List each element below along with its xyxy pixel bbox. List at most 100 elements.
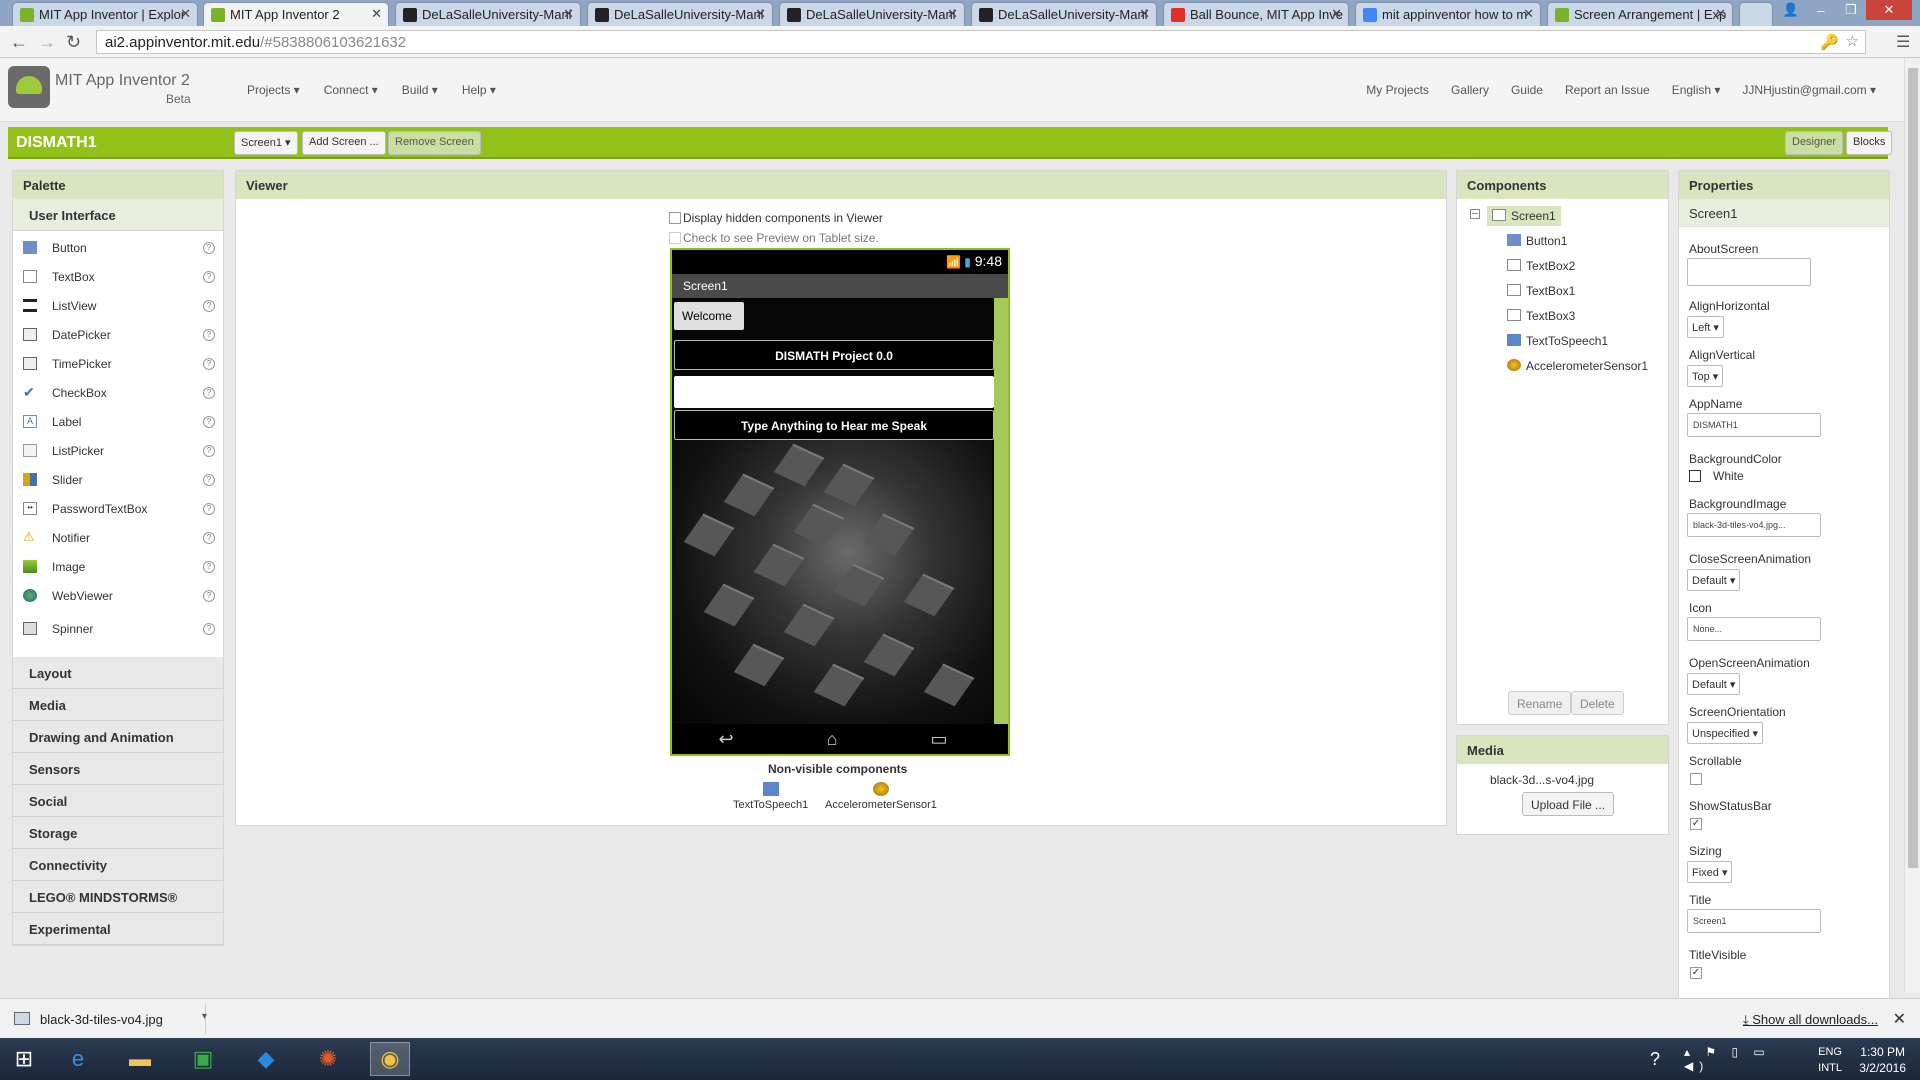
- paint-app-icon[interactable]: ✺: [308, 1042, 348, 1076]
- palette-item-listpicker[interactable]: ListPicker?: [13, 436, 223, 465]
- title-visible-checkbox[interactable]: ✓: [1690, 967, 1702, 979]
- media-file-item[interactable]: black-3d...s-vo4.jpg: [1490, 773, 1594, 787]
- chevron-down-icon[interactable]: ▾: [202, 1011, 207, 1022]
- palette-item-button[interactable]: Button?: [13, 233, 223, 262]
- background-color-value[interactable]: White: [1713, 469, 1744, 483]
- minimize-icon[interactable]: –: [1806, 0, 1836, 20]
- tablet-preview-checkbox[interactable]: Check to see Preview on Tablet size.: [669, 231, 879, 245]
- palette-group-storage[interactable]: Storage: [13, 817, 223, 849]
- help-icon[interactable]: ?: [203, 416, 215, 428]
- palette-item-timepicker[interactable]: TimePicker?: [13, 349, 223, 378]
- tree-item-accelerometer1[interactable]: AccelerometerSensor1: [1507, 359, 1648, 373]
- link-gallery[interactable]: Gallery: [1451, 83, 1489, 97]
- dropbox-icon[interactable]: ◆: [246, 1042, 286, 1076]
- palette-item-passwordtextbox[interactable]: •• PasswordTextBox?: [13, 494, 223, 523]
- screen-orientation-select[interactable]: Unspecified ▾: [1687, 722, 1764, 744]
- browser-tab-active[interactable]: MIT App Inventor 2 ✕: [203, 2, 389, 26]
- menu-projects[interactable]: Projects ▾: [247, 83, 300, 97]
- page-scrollbar[interactable]: [1904, 58, 1920, 993]
- close-tab-icon[interactable]: ✕: [947, 6, 958, 22]
- close-tab-icon[interactable]: ✕: [371, 6, 382, 22]
- close-tab-icon[interactable]: ✕: [1139, 6, 1150, 22]
- palette-item-image[interactable]: Image?: [13, 552, 223, 581]
- upload-file-button[interactable]: Upload File ...: [1522, 792, 1615, 816]
- window-close-icon[interactable]: ✕: [1866, 0, 1912, 20]
- scrollable-checkbox[interactable]: [1690, 773, 1702, 785]
- palette-group-sensors[interactable]: Sensors: [13, 753, 223, 785]
- help-icon[interactable]: ?: [203, 300, 215, 312]
- browser-tab[interactable]: Ball Bounce, MIT App Inve ✕: [1163, 2, 1349, 26]
- palette-item-label[interactable]: A Label?: [13, 407, 223, 436]
- blocks-button[interactable]: Blocks: [1846, 131, 1893, 155]
- palette-group-user-interface[interactable]: User Interface: [13, 199, 223, 231]
- delete-button[interactable]: Delete: [1571, 691, 1624, 715]
- browser-tab[interactable]: Screen Arrangement | Exp ✕: [1547, 2, 1733, 26]
- tree-item-button1[interactable]: Button1: [1507, 234, 1567, 248]
- menu-help[interactable]: Help ▾: [462, 83, 496, 97]
- close-tab-icon[interactable]: ✕: [563, 6, 574, 22]
- palette-item-listview[interactable]: ListView?: [13, 291, 223, 320]
- tree-item-texttospeech1[interactable]: TextToSpeech1: [1507, 334, 1608, 348]
- help-icon[interactable]: ?: [203, 329, 215, 341]
- download-item[interactable]: black-3d-tiles-vo4.jpg ▾: [6, 1004, 207, 1034]
- palette-item-checkbox[interactable]: ✔ CheckBox?: [13, 378, 223, 407]
- link-my-projects[interactable]: My Projects: [1366, 83, 1429, 97]
- key-icon[interactable]: 🔑: [1820, 33, 1839, 51]
- palette-item-spinner[interactable]: Spinner?: [13, 610, 223, 644]
- show-all-downloads-link[interactable]: ⤓ Show all downloads...: [1743, 1012, 1878, 1028]
- help-icon[interactable]: ?: [203, 503, 215, 515]
- browser-tab[interactable]: MIT App Inventor | Explor ✕: [12, 2, 198, 26]
- help-icon[interactable]: ?: [203, 445, 215, 457]
- help-icon[interactable]: ?: [203, 271, 215, 283]
- icon-input[interactable]: None...: [1687, 617, 1821, 641]
- user-icon[interactable]: 👤: [1776, 0, 1806, 20]
- input-language[interactable]: ENG INTL: [1818, 1044, 1842, 1076]
- help-icon[interactable]: ?: [203, 242, 215, 254]
- browser-tab[interactable]: DeLaSalleUniversity-Mani ✕: [395, 2, 581, 26]
- url-input[interactable]: ai2.appinventor.mit.edu/#583880610362163…: [96, 30, 1866, 54]
- palette-group-social[interactable]: Social: [13, 785, 223, 817]
- palette-item-notifier[interactable]: ⚠ Notifier?: [13, 523, 223, 552]
- palette-group-experimental[interactable]: Experimental: [13, 913, 223, 945]
- help-icon[interactable]: ?: [203, 590, 215, 602]
- star-icon[interactable]: ☆: [1846, 32, 1859, 50]
- tree-item-screen1[interactable]: Screen1: [1487, 206, 1561, 226]
- open-animation-select[interactable]: Default ▾: [1687, 673, 1741, 695]
- add-screen-button[interactable]: Add Screen ...: [302, 131, 386, 155]
- nonvisible-accelerometer[interactable]: AccelerometerSensor1: [825, 782, 937, 811]
- link-report-issue[interactable]: Report an Issue: [1565, 83, 1650, 97]
- palette-item-datepicker[interactable]: DatePicker?: [13, 320, 223, 349]
- file-explorer-icon[interactable]: ▬: [120, 1042, 160, 1076]
- new-tab-button[interactable]: [1739, 2, 1773, 26]
- rename-button[interactable]: Rename: [1508, 691, 1572, 715]
- palette-group-layout[interactable]: Layout: [13, 657, 223, 689]
- palette-group-lego-mindstorms[interactable]: LEGO® MINDSTORMS®: [13, 881, 223, 913]
- tree-item-textbox2[interactable]: TextBox2: [1507, 259, 1575, 273]
- browser-tab[interactable]: DeLaSalleUniversity-Mani ✕: [587, 2, 773, 26]
- sizing-select[interactable]: Fixed ▾: [1687, 861, 1733, 883]
- system-tray-icons[interactable]: ▴ ⚑ ▯ ▭ ◀): [1684, 1042, 1804, 1076]
- close-tab-icon[interactable]: ✕: [1715, 6, 1726, 22]
- browser-tab[interactable]: DeLaSalleUniversity-Mani ✕: [971, 2, 1157, 26]
- palette-item-webviewer[interactable]: WebViewer?: [13, 581, 223, 610]
- appname-input[interactable]: DISMATH1: [1687, 413, 1821, 437]
- palette-group-media[interactable]: Media: [13, 689, 223, 721]
- internet-explorer-icon[interactable]: e: [58, 1042, 98, 1076]
- close-downloads-icon[interactable]: ✕: [1893, 1009, 1906, 1029]
- menu-build[interactable]: Build ▾: [402, 83, 438, 97]
- checkbox-empty-icon[interactable]: [669, 212, 681, 224]
- help-icon[interactable]: ?: [203, 474, 215, 486]
- palette-item-slider[interactable]: Slider?: [13, 465, 223, 494]
- help-tray-icon[interactable]: ?: [1640, 1042, 1670, 1076]
- close-animation-select[interactable]: Default ▾: [1687, 569, 1741, 591]
- help-icon[interactable]: ?: [203, 623, 215, 635]
- close-tab-icon[interactable]: ✕: [1331, 6, 1342, 22]
- remove-screen-button[interactable]: Remove Screen: [388, 131, 481, 155]
- screen-select[interactable]: Screen1 ▾: [234, 131, 298, 155]
- background-image-input[interactable]: black-3d-tiles-vo4.jpg...: [1687, 513, 1821, 537]
- hidden-components-checkbox[interactable]: Display hidden components in Viewer: [669, 211, 883, 225]
- welcome-button[interactable]: Welcome: [674, 302, 744, 330]
- tree-item-textbox1[interactable]: TextBox1: [1507, 284, 1575, 298]
- chrome-icon[interactable]: ◉: [370, 1042, 410, 1076]
- app-inventor-logo-icon[interactable]: [8, 66, 50, 108]
